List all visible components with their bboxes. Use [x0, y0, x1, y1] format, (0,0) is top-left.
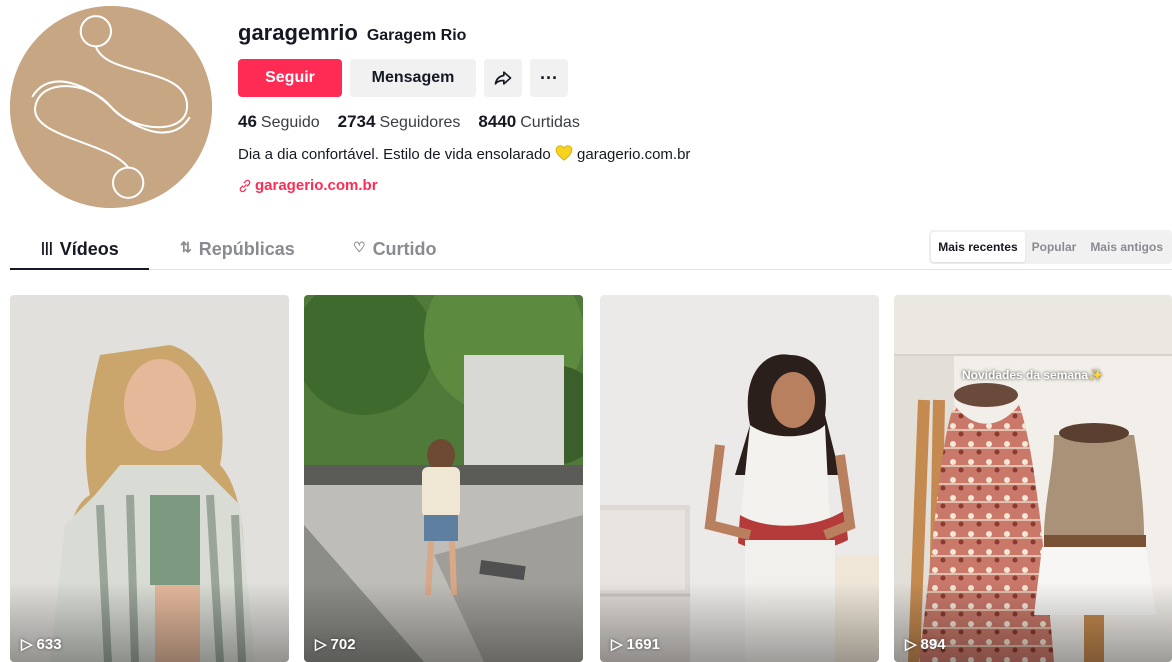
video-card[interactable]: ▷ 702 [304, 295, 583, 662]
heart-outline-icon: ♡ [353, 239, 366, 255]
sort-popular[interactable]: Popular [1025, 232, 1084, 262]
tab-liked-label: Curtido [372, 239, 437, 259]
action-buttons: Seguir Mensagem ··· [238, 59, 568, 97]
view-count: ▷ 702 [315, 635, 356, 654]
bio-link-text: garagerio.com.br [577, 146, 691, 163]
likes-stat: 8440 Curtidas [478, 112, 579, 132]
share-arrow-icon [494, 71, 512, 85]
following-label: Seguido [260, 114, 320, 131]
profile-avatar[interactable] [10, 6, 212, 208]
tab-liked[interactable]: ♡ Curtido [353, 228, 437, 270]
view-count: ▷ 633 [21, 635, 62, 654]
play-icon: ▷ [315, 636, 327, 653]
grid-icon: ||| [41, 239, 53, 255]
sort-toggle: Mais recentes Popular Mais antigos [929, 230, 1172, 264]
following-stat[interactable]: 46 Seguido [238, 112, 320, 132]
share-button[interactable] [484, 59, 522, 97]
sort-latest[interactable]: Mais recentes [931, 232, 1025, 262]
view-count-value: 894 [920, 635, 946, 653]
more-options-button[interactable]: ··· [530, 59, 568, 97]
followers-label: Seguidores [379, 114, 461, 131]
follow-button[interactable]: Seguir [238, 59, 342, 97]
video-card[interactable]: ▷ 1691 [600, 295, 879, 662]
profile-link[interactable]: garagerio.com.br [238, 177, 378, 194]
followers-stat[interactable]: 2734 Seguidores [338, 112, 461, 132]
tab-reposts[interactable]: ⇅ Repúblicas [180, 228, 295, 270]
garagem-logo-icon [10, 6, 212, 208]
username: garagemrio [238, 20, 358, 45]
likes-count: 8440 [478, 112, 517, 131]
bio-text: Dia a dia confortável. Estilo de vida en… [238, 146, 551, 163]
play-icon: ▷ [905, 636, 917, 653]
play-icon: ▷ [611, 636, 623, 653]
yellow-heart-icon [555, 145, 573, 161]
tab-videos-label: Vídeos [59, 239, 119, 259]
view-count-value: 1691 [626, 635, 660, 653]
name-row: garagemrio Garagem Rio [238, 20, 466, 46]
following-count: 46 [238, 112, 257, 131]
play-icon: ▷ [21, 636, 33, 653]
repost-icon: ⇅ [180, 239, 192, 255]
profile-stats: 46 Seguido 2734 Seguidores 8440 Curtidas [238, 112, 580, 132]
profile-bio: Dia a dia confortável. Estilo de vida en… [238, 145, 690, 163]
view-count: ▷ 894 [905, 635, 946, 654]
tab-reposts-label: Repúblicas [198, 239, 295, 259]
profile-link-text: garagerio.com.br [255, 177, 378, 194]
link-icon [239, 179, 251, 192]
sort-oldest[interactable]: Mais antigos [1083, 232, 1170, 262]
view-count-value: 702 [330, 635, 356, 653]
video-grid: ▷ 633 ▷ 702 ▷ 1691 Novidades da semana✨ … [10, 295, 1172, 662]
video-card[interactable]: Novidades da semana✨ ▷ 894 [894, 295, 1172, 662]
view-count: ▷ 1691 [611, 635, 660, 654]
view-count-value: 633 [36, 635, 62, 653]
followers-count: 2734 [337, 112, 376, 131]
tab-videos[interactable]: ||| Vídeos [10, 228, 149, 270]
video-overlay-caption: Novidades da semana✨ [962, 368, 1103, 382]
display-name: Garagem Rio [366, 27, 467, 44]
likes-label: Curtidas [520, 114, 580, 131]
video-card[interactable]: ▷ 633 [10, 295, 289, 662]
message-button[interactable]: Mensagem [350, 59, 476, 97]
